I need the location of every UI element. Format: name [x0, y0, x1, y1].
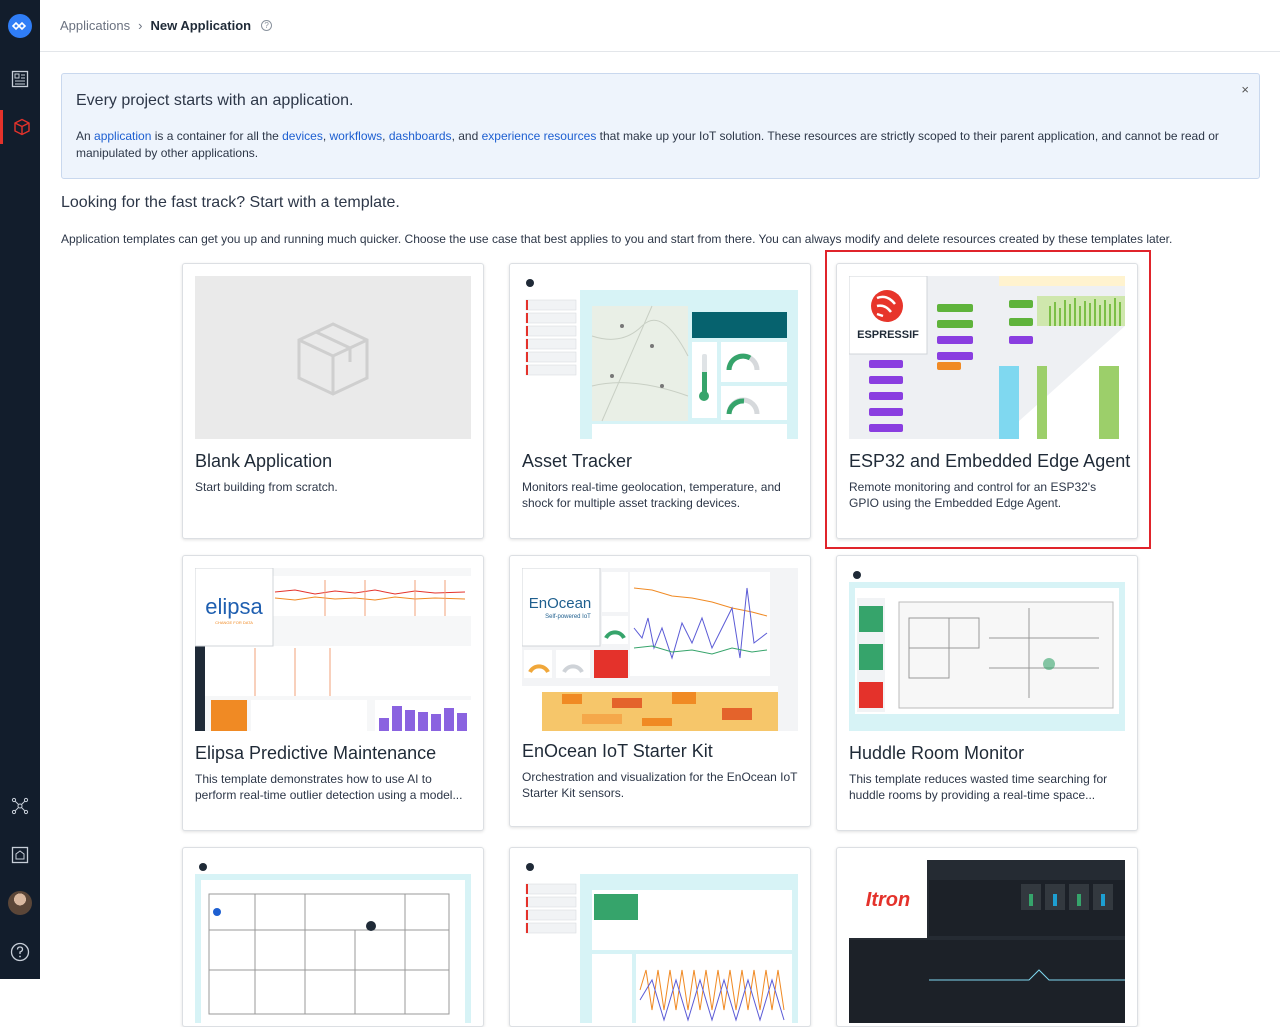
card-description: Start building from scratch.	[195, 480, 338, 494]
close-icon[interactable]: ×	[1241, 82, 1249, 97]
application-link[interactable]: application	[94, 129, 151, 143]
enocean-logo-subtext: Self-powered IoT	[545, 614, 591, 620]
huddle-room-thumbnail	[849, 568, 1125, 731]
template-card-huddle-room[interactable]: Huddle Room Monitor This template reduce…	[836, 555, 1138, 831]
alert-title: Every project starts with an application…	[76, 92, 354, 109]
elipsa-logo-text: elipsa	[205, 594, 263, 619]
organization-nav-icon[interactable]	[0, 838, 40, 872]
template-card-generator[interactable]	[509, 847, 811, 1027]
card-description: This template reduces wasted time search…	[849, 772, 1108, 802]
card-description: Orchestration and visualization for the …	[522, 770, 798, 800]
template-card-enocean[interactable]: EnOcean Self-powered IoT EnOcean IoT Sta…	[509, 555, 811, 827]
help-nav-icon[interactable]	[0, 935, 40, 969]
enocean-logo-text: EnOcean	[529, 595, 592, 612]
card-description: Monitors real-time geolocation, temperat…	[522, 480, 781, 510]
user-avatar[interactable]	[8, 891, 32, 915]
devices-link[interactable]: devices	[282, 129, 323, 143]
experience-resources-link[interactable]: experience resources	[482, 129, 597, 143]
template-card-elipsa[interactable]: elipsa CHANGE FOR DATA Elipsa Predictive…	[182, 555, 484, 831]
itron-logo-text: Itron	[866, 889, 910, 911]
itron-thumbnail: Itron	[849, 860, 1125, 1023]
asset-tracker-thumbnail	[522, 276, 798, 439]
template-card-blank[interactable]: Blank Application Start building from sc…	[182, 263, 484, 539]
integrations-nav-icon[interactable]	[0, 789, 40, 823]
template-card-facilities[interactable]	[182, 847, 484, 1027]
elipsa-thumbnail: elipsa CHANGE FOR DATA	[195, 568, 471, 731]
dashboard-nav-icon[interactable]	[0, 62, 40, 96]
breadcrumb: Applications › New Application ?	[60, 18, 273, 33]
alert-text: , and	[451, 129, 482, 143]
alert-text: is a container for all the	[151, 129, 283, 143]
template-card-asset-tracker[interactable]: Asset Tracker Monitors real-time geoloca…	[509, 263, 811, 539]
templates-description: Application templates can get you up and…	[61, 232, 1173, 246]
alert-text: An	[76, 129, 95, 143]
card-description: This template demonstrates how to use AI…	[195, 772, 463, 802]
card-title: EnOcean IoT Starter Kit	[522, 741, 713, 761]
card-title: Huddle Room Monitor	[849, 743, 1025, 763]
enocean-thumbnail: EnOcean Self-powered IoT	[522, 568, 798, 731]
alert-text: ,	[382, 129, 389, 143]
elipsa-logo-subtext: CHANGE FOR DATA	[215, 620, 253, 625]
card-title: Blank Application	[195, 451, 333, 471]
selected-card-highlight	[825, 250, 1151, 549]
info-alert: Every project starts with an application…	[61, 73, 1260, 179]
top-bar: Applications › New Application ?	[40, 0, 1280, 52]
breadcrumb-separator: ›	[138, 18, 143, 33]
workflows-link[interactable]: workflows	[329, 129, 382, 143]
cube-icon	[297, 322, 369, 396]
breadcrumb-applications-link[interactable]: Applications	[60, 18, 130, 33]
breadcrumb-current: New Application	[150, 18, 252, 33]
losant-logo-icon[interactable]	[8, 14, 32, 38]
card-title: Elipsa Predictive Maintenance	[195, 743, 437, 763]
blank-thumbnail	[195, 276, 471, 439]
facilities-thumbnail	[195, 860, 471, 1023]
alert-body: An application is a container for all th…	[76, 128, 1226, 162]
sidebar	[0, 0, 40, 979]
templates-heading: Looking for the fast track? Start with a…	[61, 194, 400, 211]
generator-thumbnail	[522, 860, 798, 1023]
card-title: Asset Tracker	[522, 451, 633, 471]
help-circle-icon[interactable]: ?	[261, 20, 273, 31]
template-card-itron[interactable]: Itron	[836, 847, 1138, 1027]
dashboards-link[interactable]: dashboards	[389, 129, 452, 143]
applications-nav-icon[interactable]	[0, 110, 40, 144]
